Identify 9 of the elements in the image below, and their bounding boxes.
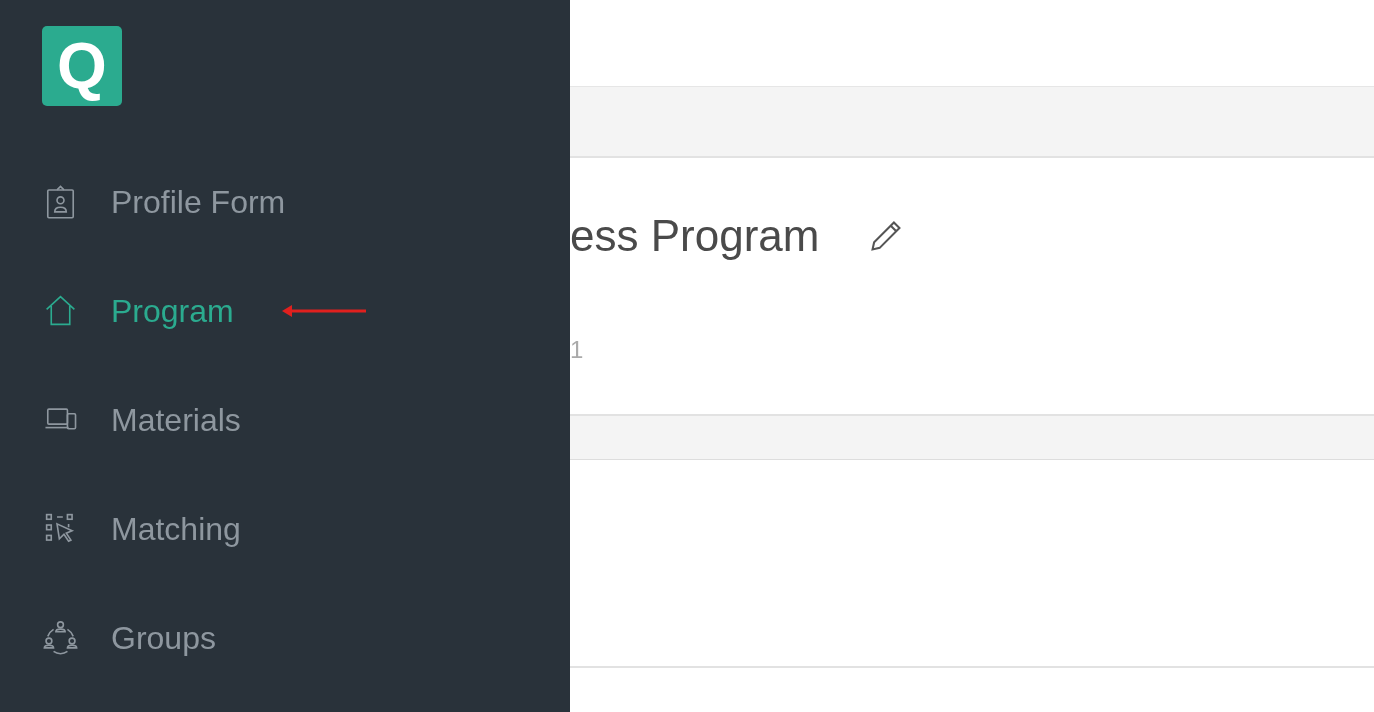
sidebar-item[interactable]: Groups	[111, 621, 216, 654]
logo: Q	[42, 26, 122, 106]
sidebar-item[interactable]: Program	[111, 294, 234, 327]
sidebar-item[interactable]: Matching	[111, 512, 241, 545]
sidebar-item[interactable]: Materials	[111, 403, 241, 436]
page-title: ess Program	[570, 214, 820, 258]
group-icon	[42, 619, 79, 656]
sidebar-item[interactable]: Profile Form	[111, 185, 286, 218]
subtitle: 1	[570, 338, 585, 362]
